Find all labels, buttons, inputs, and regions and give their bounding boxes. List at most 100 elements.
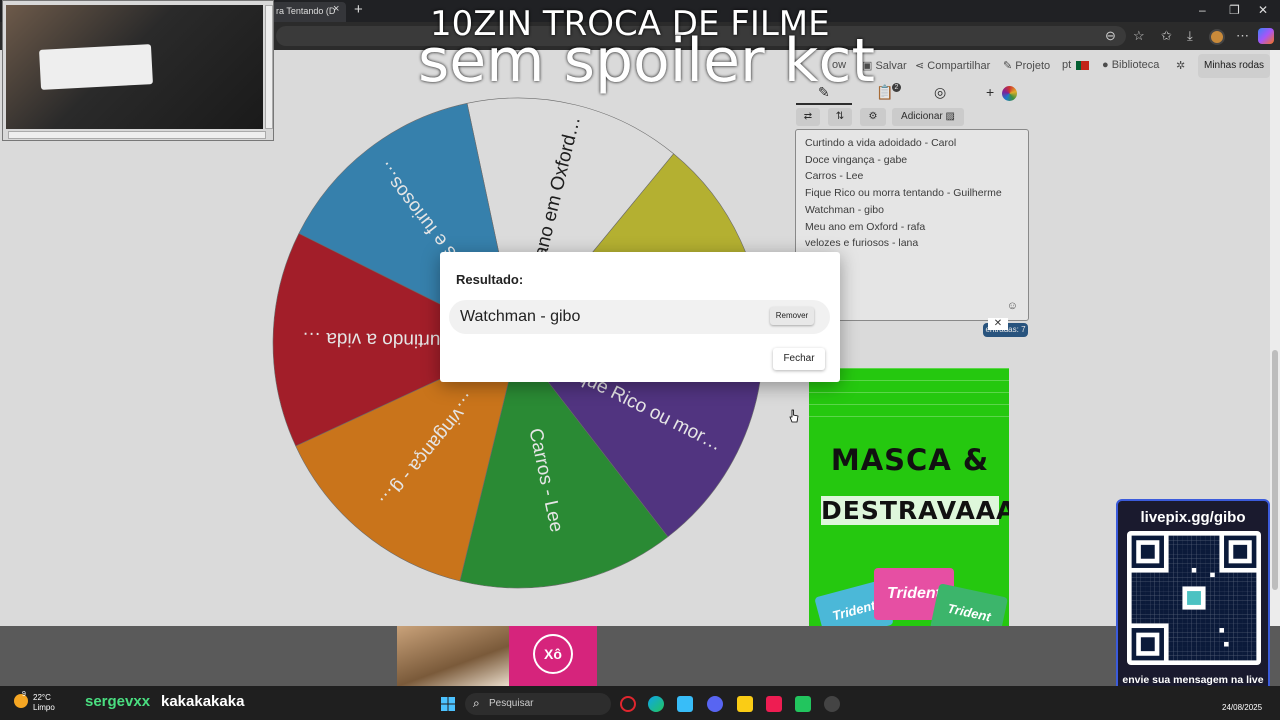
qr-module xyxy=(1247,604,1252,610)
qr-module xyxy=(1196,572,1201,578)
qr-module xyxy=(1210,540,1215,545)
qr-module xyxy=(1177,655,1183,661)
qr-module xyxy=(1242,600,1248,605)
qr-module xyxy=(1140,600,1146,605)
qr-module xyxy=(1247,572,1252,578)
ad-close-icon[interactable]: ✕ xyxy=(988,318,1008,330)
qr-module xyxy=(1224,581,1229,587)
qr-module xyxy=(1200,628,1206,633)
qr-module xyxy=(1168,632,1174,638)
qr-module xyxy=(1168,591,1174,596)
qr-module xyxy=(1173,651,1178,656)
taskbar-search[interactable]: ⌕ Pesquisar xyxy=(465,693,611,715)
close-button[interactable]: Fechar xyxy=(773,348,825,370)
qr-module xyxy=(1173,609,1178,615)
qr-module xyxy=(1168,581,1174,587)
remove-button[interactable]: Remover xyxy=(770,307,814,325)
qr-module xyxy=(1168,572,1174,578)
new-tab-button[interactable]: + xyxy=(354,1,363,18)
search-icon: ⌕ xyxy=(473,696,480,710)
qr-module xyxy=(1145,614,1151,619)
qr-module xyxy=(1177,572,1183,578)
qr-module xyxy=(1200,554,1206,559)
qr-module xyxy=(1173,641,1178,647)
qr-module xyxy=(1177,563,1183,568)
qr-module xyxy=(1228,614,1234,619)
qr-module xyxy=(1177,618,1183,624)
qr-module xyxy=(1205,544,1211,550)
favorite-star-icon[interactable]: ☆ xyxy=(1133,28,1145,44)
edge-icon[interactable] xyxy=(648,696,664,712)
maximize-button[interactable]: ❐ xyxy=(1229,3,1240,17)
weather-widget[interactable]: 22°C Limpo xyxy=(33,693,55,713)
qr-module xyxy=(1210,554,1215,559)
app-icon[interactable] xyxy=(795,696,811,712)
qr-module xyxy=(1187,535,1192,541)
qr-module xyxy=(1205,641,1211,647)
qr-module xyxy=(1159,595,1164,601)
qr-module xyxy=(1205,618,1211,624)
opera-icon[interactable] xyxy=(620,696,636,712)
qr-module xyxy=(1210,600,1215,605)
qr-module xyxy=(1200,651,1206,656)
media-icon[interactable] xyxy=(824,696,840,712)
download-icon[interactable]: ⤓ xyxy=(1187,28,1193,44)
qr-module xyxy=(1168,554,1174,559)
minimize-button[interactable]: – xyxy=(1199,3,1206,17)
ad-headline-2: DESTRAVAAA xyxy=(821,496,1009,525)
qr-module xyxy=(1173,586,1178,592)
close-window-button[interactable]: ✕ xyxy=(1258,3,1268,17)
side-advertisement[interactable]: MASCA & DESTRAVAAA Trident Trident Tride… xyxy=(809,368,1009,626)
qr-module xyxy=(1196,581,1201,587)
qr-module xyxy=(1214,567,1220,573)
tab-close-icon[interactable]: × xyxy=(333,3,339,15)
qr-module xyxy=(1228,646,1234,652)
taskbar: 9 22°C Limpo sergevxx kakakakaka ⌕ Pesqu… xyxy=(0,686,1280,720)
qr-module xyxy=(1205,623,1211,629)
qr-module xyxy=(1219,618,1225,624)
qr-module xyxy=(1237,646,1243,652)
qr-module xyxy=(1187,655,1192,661)
windows-start-icon[interactable] xyxy=(441,697,455,711)
discord-icon[interactable] xyxy=(707,696,723,712)
profile-avatar[interactable] xyxy=(1209,29,1225,45)
qr-module xyxy=(1154,604,1160,610)
qr-module xyxy=(1159,604,1164,610)
qr-module xyxy=(1210,632,1215,638)
stream-title-2: sem spoiler kct xyxy=(418,26,876,96)
store-icon[interactable] xyxy=(677,696,693,712)
webcam-v-scrollbar[interactable] xyxy=(265,5,273,129)
qr-module xyxy=(1251,604,1257,610)
qr-module xyxy=(1163,595,1169,601)
qr-module xyxy=(1163,600,1169,605)
qr-module xyxy=(1228,641,1234,647)
more-menu-icon[interactable]: ⋯ xyxy=(1236,28,1249,44)
qr-module xyxy=(1163,604,1169,610)
qr-module xyxy=(1219,586,1225,592)
qr-module xyxy=(1205,632,1211,638)
qr-module xyxy=(1210,558,1215,564)
favorites-icon[interactable]: ✩ xyxy=(1161,28,1172,44)
folder-icon[interactable] xyxy=(737,696,753,712)
qr-module xyxy=(1182,581,1188,587)
qr-module xyxy=(1200,549,1206,555)
qr-module xyxy=(1173,577,1178,582)
qr-module xyxy=(1196,623,1201,629)
qr-module xyxy=(1140,586,1146,592)
qr-module xyxy=(1205,609,1211,615)
scroll-thumb[interactable] xyxy=(1272,350,1278,590)
qr-module xyxy=(1219,655,1225,661)
qr-module xyxy=(1182,651,1188,656)
qr-module xyxy=(1242,591,1248,596)
bottom-advertisement[interactable]: Xô xyxy=(397,626,597,686)
copilot-icon[interactable] xyxy=(1258,28,1274,44)
qr-module xyxy=(1214,618,1220,624)
qr-module xyxy=(1182,655,1188,661)
reader-icon[interactable]: ⊖ xyxy=(1105,28,1116,44)
qr-module xyxy=(1205,646,1211,652)
page-scrollbar[interactable] xyxy=(1270,50,1280,626)
tiktok-icon[interactable] xyxy=(766,696,782,712)
qr-module xyxy=(1219,637,1225,642)
qr-module xyxy=(1196,549,1201,555)
webcam-h-scrollbar[interactable] xyxy=(8,131,266,139)
